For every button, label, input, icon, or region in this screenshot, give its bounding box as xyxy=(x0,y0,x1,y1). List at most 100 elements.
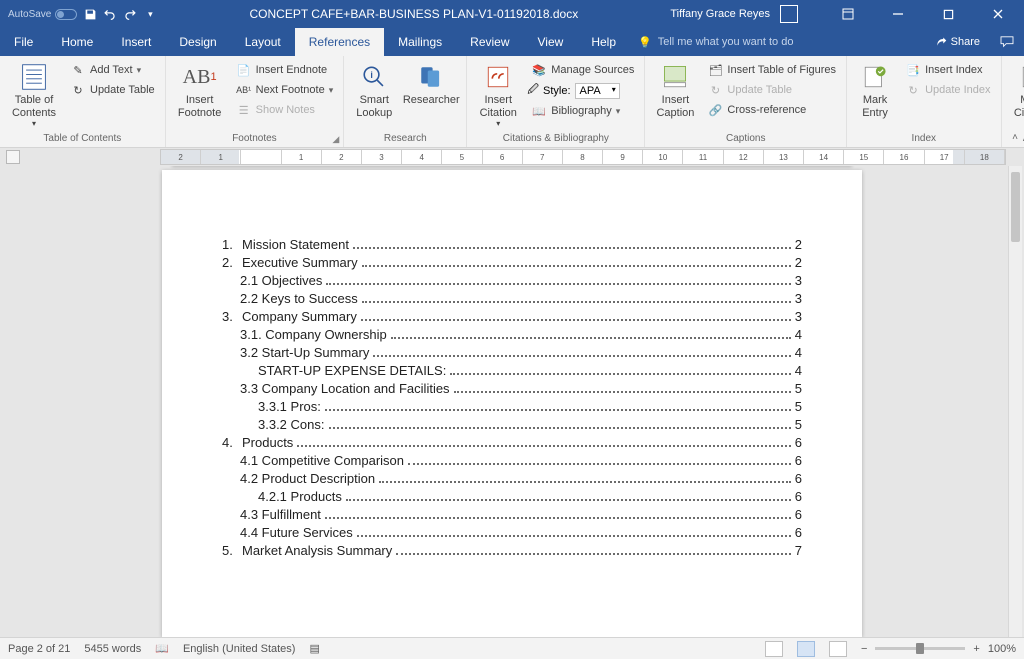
language-status[interactable]: English (United States) xyxy=(183,643,296,655)
show-notes-button[interactable]: ☰Show Notes xyxy=(232,101,338,119)
citation-style-select[interactable]: APA▾ xyxy=(575,83,620,99)
ruler-tick: 14 xyxy=(804,150,844,164)
macro-icon[interactable]: ▤ xyxy=(309,642,319,655)
tab-file[interactable]: File xyxy=(0,28,47,56)
share-button[interactable]: Share xyxy=(925,36,990,48)
spellcheck-icon[interactable]: 📖 xyxy=(155,642,169,655)
group-captions: Insert Caption 🗂Insert Table of Figures … xyxy=(645,56,847,147)
zoom-value[interactable]: 100% xyxy=(988,643,1016,655)
user-name[interactable]: Tiffany Grace Reyes xyxy=(670,8,770,20)
toc-page: 2 xyxy=(795,255,802,270)
tab-mailings[interactable]: Mailings xyxy=(384,28,456,56)
tab-layout[interactable]: Layout xyxy=(231,28,295,56)
group-research: i Smart Lookup Researcher Research xyxy=(344,56,467,147)
footnotes-launcher-icon[interactable]: ◢ xyxy=(332,134,339,145)
toc-entry[interactable]: 4.3 Fulfillment6 xyxy=(222,507,802,522)
bibliography-button[interactable]: 📖Bibliography xyxy=(527,102,638,120)
zoom-slider[interactable] xyxy=(875,647,965,650)
table-of-contents-button[interactable]: Table of Contents▾ xyxy=(6,58,62,128)
tab-review[interactable]: Review xyxy=(456,28,523,56)
toc-button-label: Table of Contents xyxy=(12,94,56,119)
add-text-button[interactable]: ✎Add Text xyxy=(66,61,159,79)
toc-entry[interactable]: 3.1. Company Ownership4 xyxy=(222,327,802,342)
toc-number: 1. xyxy=(222,237,242,252)
insert-caption-button[interactable]: Insert Caption xyxy=(651,58,699,119)
toc-entry[interactable]: 2.1 Objectives3 xyxy=(222,273,802,288)
toc-entry[interactable]: 3.2 Start-Up Summary4 xyxy=(222,345,802,360)
smart-lookup-button[interactable]: i Smart Lookup xyxy=(350,58,398,119)
insert-table-of-figures-button[interactable]: 🗂Insert Table of Figures xyxy=(703,61,840,79)
toc-page: 6 xyxy=(795,489,802,504)
next-footnote-button[interactable]: AB¹Next Footnote xyxy=(232,81,338,99)
toc-title: 4.2.1 Products xyxy=(258,489,342,504)
ribbon-display-icon[interactable] xyxy=(828,0,868,28)
update-caption-table-button[interactable]: ↻Update Table xyxy=(703,81,840,99)
toc-entry[interactable]: 3.Company Summary3 xyxy=(222,309,802,324)
toc-entry[interactable]: 3.3 Company Location and Facilities5 xyxy=(222,381,802,396)
group-index: Mark Entry 📑Insert Index ↻Update Index I… xyxy=(847,56,1001,147)
tab-design[interactable]: Design xyxy=(165,28,230,56)
cross-reference-button[interactable]: 🔗Cross-reference xyxy=(703,101,840,119)
toc-entry[interactable]: 4.2.1 Products 6 xyxy=(222,489,802,504)
comments-button[interactable] xyxy=(990,36,1024,48)
print-layout-icon[interactable] xyxy=(797,641,815,657)
tab-references[interactable]: References xyxy=(295,28,384,56)
toc-entry[interactable]: 2.2 Keys to Success3 xyxy=(222,291,802,306)
zoom-out-button[interactable]: − xyxy=(861,643,867,655)
minimize-icon[interactable] xyxy=(878,0,918,28)
insert-endnote-button[interactable]: 📄Insert Endnote xyxy=(232,61,338,79)
insert-citation-button[interactable]: Insert Citation▾ xyxy=(473,58,523,128)
vertical-scrollbar[interactable] xyxy=(1008,166,1022,637)
tab-selector-icon[interactable] xyxy=(6,150,20,164)
toc-icon xyxy=(19,62,49,92)
toc-entry[interactable]: 4.4 Future Services6 xyxy=(222,525,802,540)
undo-icon[interactable] xyxy=(103,7,117,21)
toc-title: Market Analysis Summary xyxy=(242,543,392,558)
toc-entry[interactable]: 2.Executive Summary2 xyxy=(222,255,802,270)
toc-entry[interactable]: 4.Products6 xyxy=(222,435,802,450)
toc-entry[interactable]: START-UP EXPENSE DETAILS:4 xyxy=(222,363,802,378)
toc-entry[interactable]: 3.3.1 Pros:5 xyxy=(222,399,802,414)
researcher-button[interactable]: Researcher xyxy=(402,58,460,107)
insert-footnote-button[interactable]: AB1 Insert Footnote xyxy=(172,58,228,119)
web-layout-icon[interactable] xyxy=(829,641,847,657)
user-avatar-icon[interactable] xyxy=(780,5,798,23)
maximize-icon[interactable] xyxy=(928,0,968,28)
tab-home[interactable]: Home xyxy=(47,28,107,56)
redo-icon[interactable] xyxy=(123,7,137,21)
toc-entry[interactable]: 4.1 Competitive Comparison6 xyxy=(222,453,802,468)
document-page[interactable]: 1.Mission Statement22.Executive Summary2… xyxy=(162,170,862,637)
page-number-status[interactable]: Page 2 of 21 xyxy=(8,643,70,655)
tab-view[interactable]: View xyxy=(524,28,578,56)
toc-entry[interactable]: 3.3.2 Cons:5 xyxy=(222,417,802,432)
lightbulb-icon: 💡 xyxy=(638,36,652,49)
mark-entry-button[interactable]: Mark Entry xyxy=(853,58,897,119)
group-label-citations: Citations & Bibliography xyxy=(473,131,638,147)
read-mode-icon[interactable] xyxy=(765,641,783,657)
horizontal-ruler[interactable]: 21123456789101112131415161718 xyxy=(160,149,1006,165)
update-table-button[interactable]: ↻Update Table xyxy=(66,81,159,99)
toc-page: 7 xyxy=(795,543,802,558)
autosave-toggle[interactable]: AutoSave xyxy=(8,9,77,20)
scrollbar-thumb[interactable] xyxy=(1011,172,1020,242)
close-icon[interactable] xyxy=(978,0,1018,28)
ruler-tick: 3 xyxy=(362,150,402,164)
tell-me-search[interactable]: 💡 Tell me what you want to do xyxy=(630,36,801,49)
update-index-button[interactable]: ↻Update Index xyxy=(901,81,994,99)
toc-entry[interactable]: 4.2 Product Description6 xyxy=(222,471,802,486)
save-icon[interactable] xyxy=(83,7,97,21)
toc-entry[interactable]: 1.Mission Statement2 xyxy=(222,237,802,252)
mark-citation-button[interactable]: Mark Citation xyxy=(1008,58,1024,119)
tab-insert[interactable]: Insert xyxy=(107,28,165,56)
word-count-status[interactable]: 5455 words xyxy=(84,643,141,655)
zoom-in-button[interactable]: + xyxy=(973,643,979,655)
qat-customize-icon[interactable]: ▾ xyxy=(143,7,157,21)
ribbon-tabs: File Home Insert Design Layout Reference… xyxy=(0,28,1024,56)
tab-help[interactable]: Help xyxy=(577,28,630,56)
manage-sources-button[interactable]: 📚Manage Sources xyxy=(527,61,638,79)
toc-title: 4.3 Fulfillment xyxy=(240,507,321,522)
toc-entry[interactable]: 5.Market Analysis Summary7 xyxy=(222,543,802,558)
toc-title: Executive Summary xyxy=(242,255,358,270)
collapse-ribbon-icon[interactable]: ˄ xyxy=(1012,132,1018,143)
insert-index-button[interactable]: 📑Insert Index xyxy=(901,61,994,79)
